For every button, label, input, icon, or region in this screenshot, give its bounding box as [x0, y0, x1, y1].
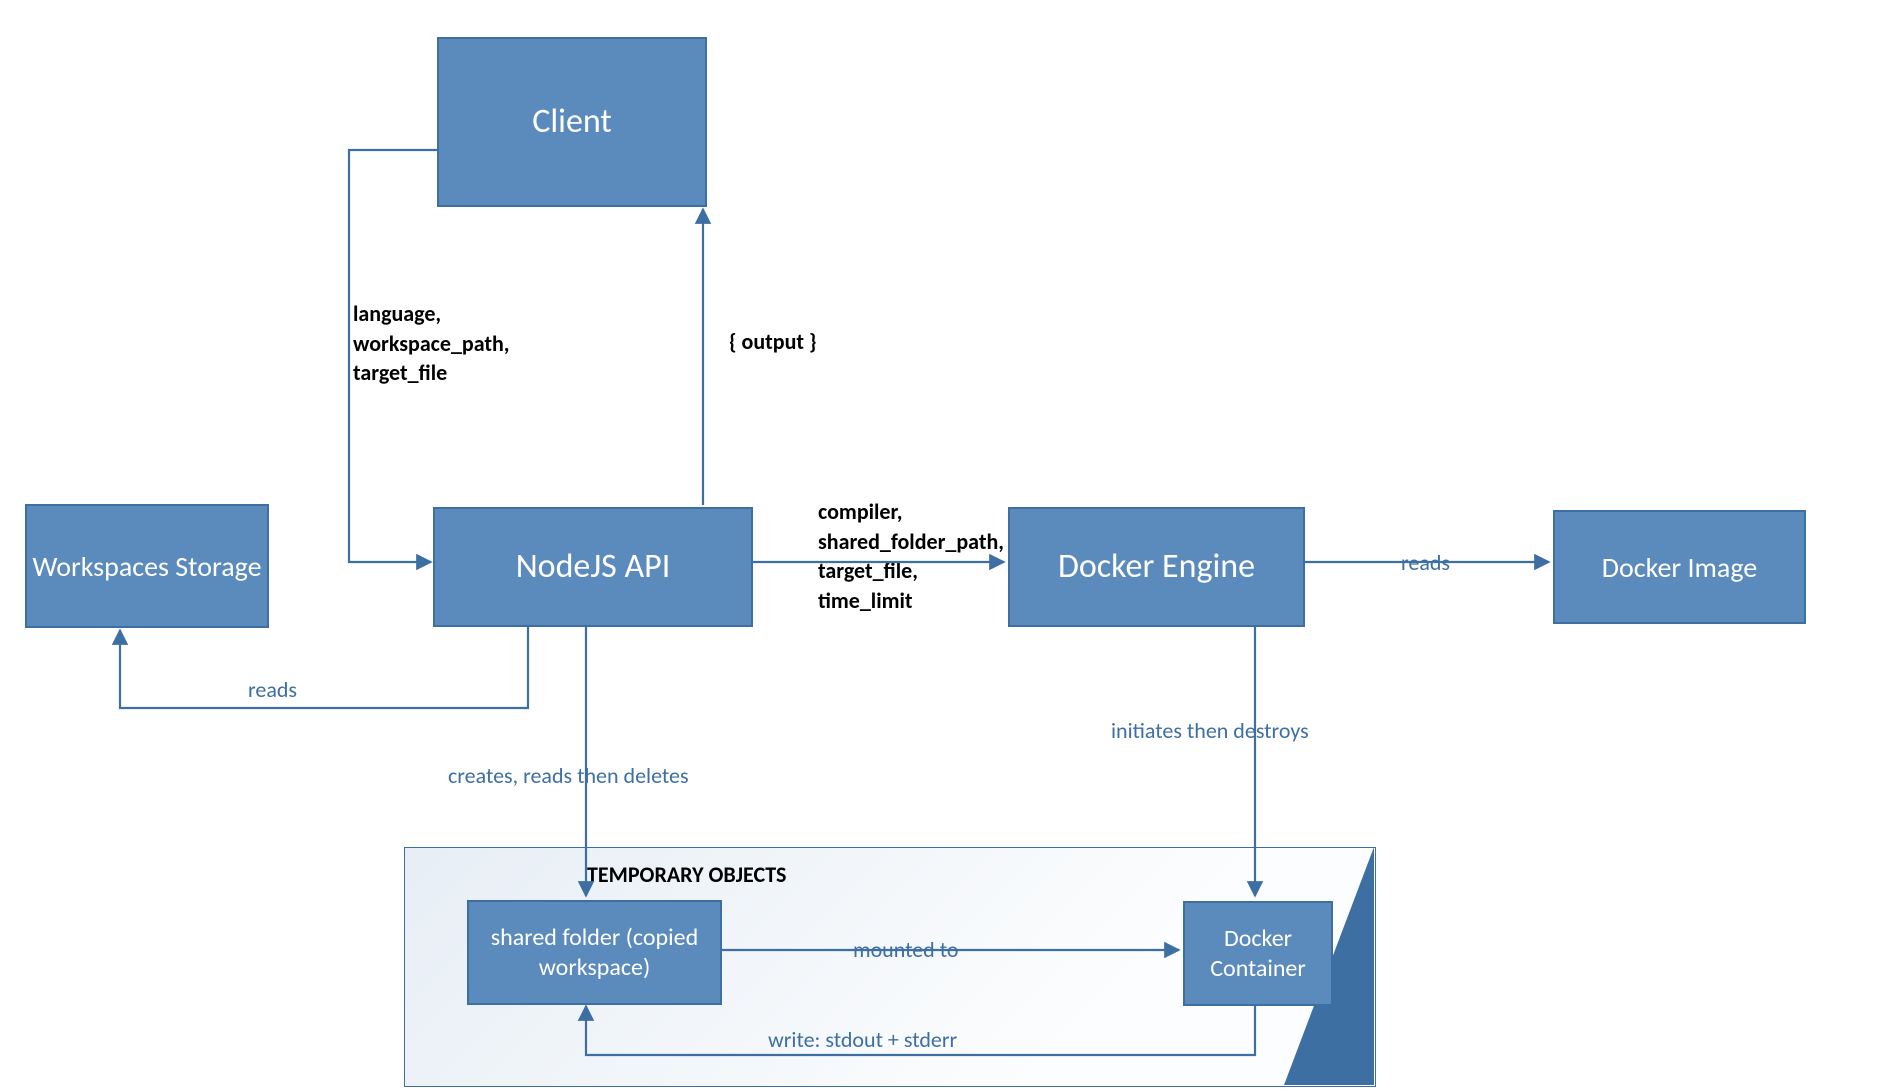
edge-api-to-shared-label: creates, reads then deletes: [448, 761, 689, 791]
edge-api-to-storage-label: reads: [248, 675, 297, 705]
nodejs-api-node: NodeJS API: [433, 507, 753, 627]
docker-image-node: Docker Image: [1553, 510, 1806, 624]
edge-container-to-shared-label: write: stdout + stderr: [768, 1025, 957, 1055]
edge-client-to-api-label: language, workspace_path, target_file: [353, 299, 509, 388]
shared-folder-node: shared folder (copied workspace): [467, 900, 722, 1005]
edge-engine-to-container-label: initiates then destroys: [1111, 716, 1309, 746]
temporary-objects-label: TEMPORARY OBJECTS: [587, 860, 786, 890]
edge-api-to-engine-label: compiler, shared_folder_path, target_fil…: [818, 497, 1004, 616]
edge-api-to-client-label: { output }: [729, 327, 817, 357]
edge-shared-to-container-label: mounted to: [853, 935, 958, 965]
diagram-canvas: Client Workspaces Storage NodeJS API Doc…: [0, 0, 1896, 1092]
docker-engine-node: Docker Engine: [1008, 507, 1305, 627]
workspaces-storage-node: Workspaces Storage: [25, 504, 269, 628]
docker-container-node: Docker Container: [1183, 901, 1333, 1006]
client-node: Client: [437, 37, 707, 207]
edge-engine-to-image-label: reads: [1401, 548, 1450, 578]
